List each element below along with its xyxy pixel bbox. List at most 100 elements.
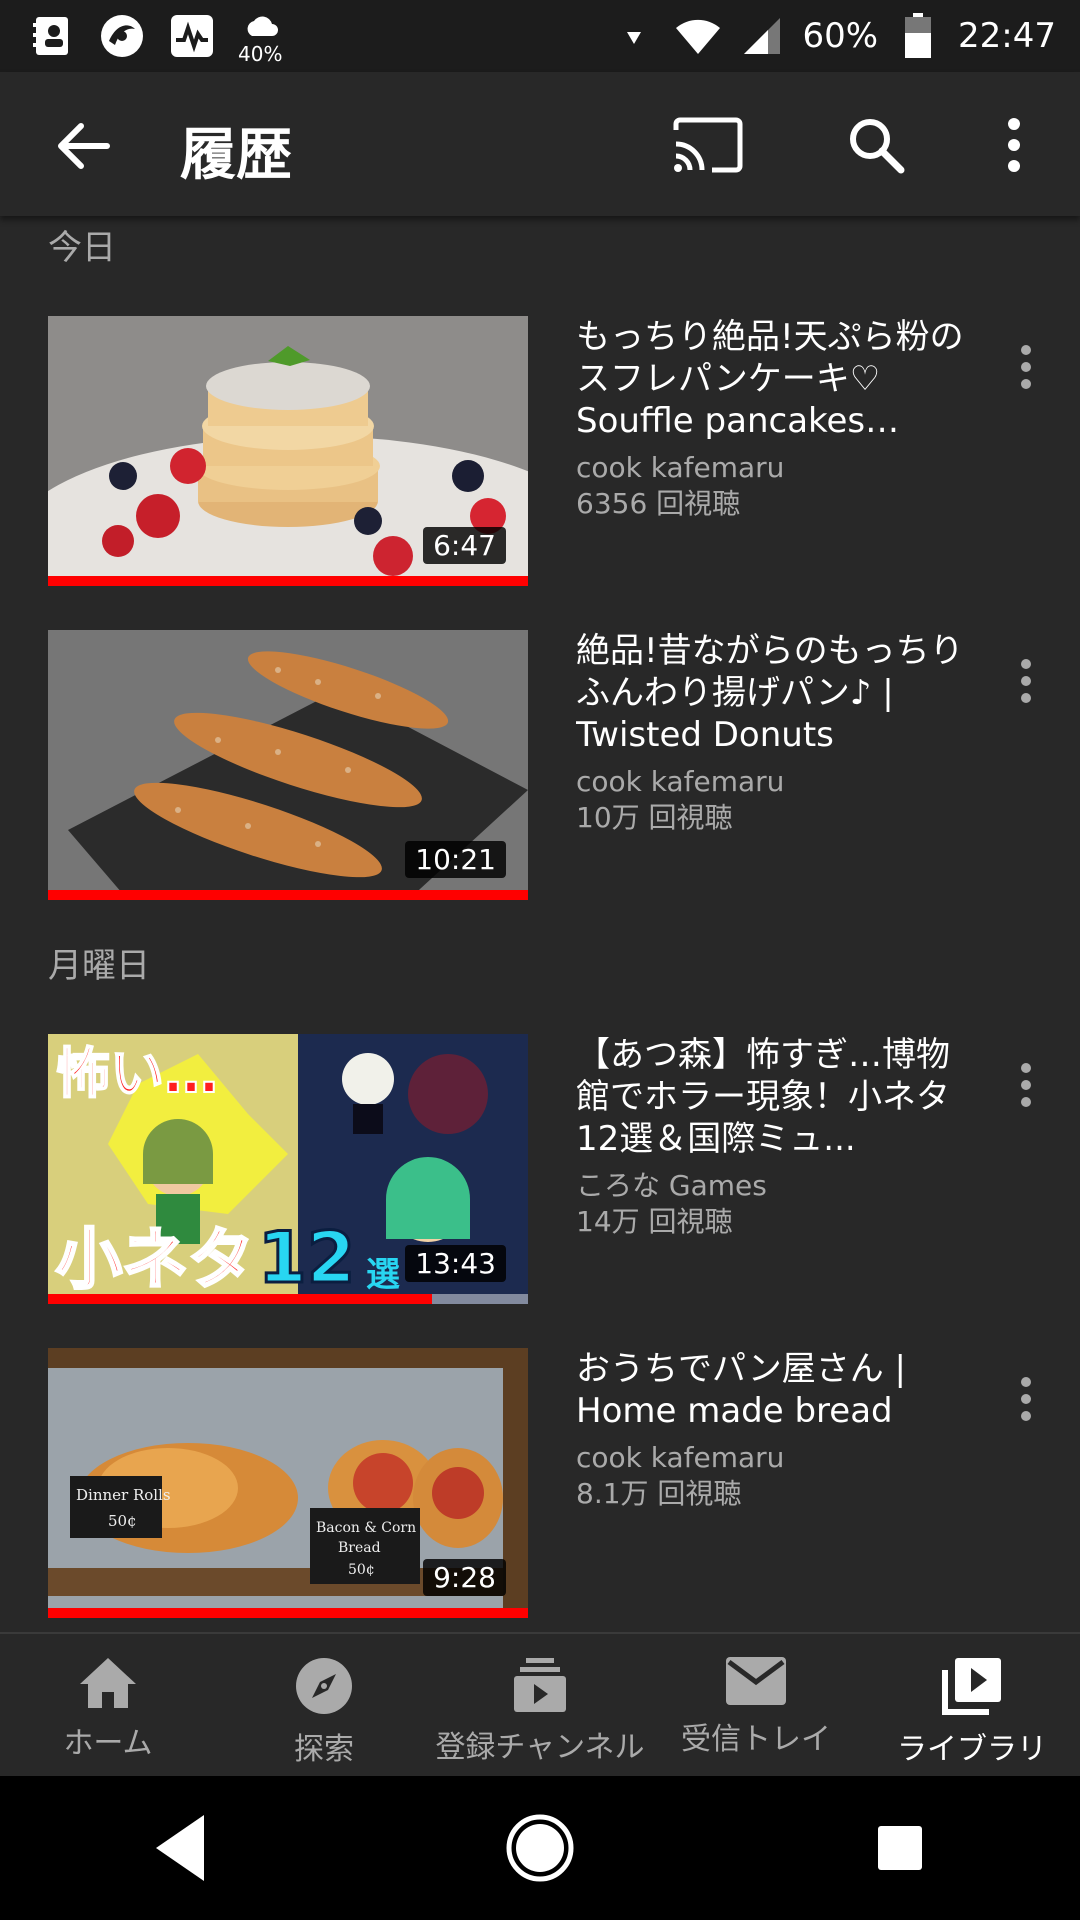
search-icon	[850, 119, 905, 174]
battery-percent: 60%	[802, 16, 879, 56]
more-vert-icon	[1021, 1063, 1031, 1107]
view-count: 6356 回視聴	[576, 487, 741, 520]
nav-library[interactable]: ライブラリ	[864, 1634, 1080, 1776]
back-arrow-icon	[58, 123, 110, 169]
weather-icon: 40%	[238, 12, 286, 66]
explore-icon	[296, 1658, 352, 1714]
video-item[interactable]: 10:21 絶品!昔ながらのもっちりふんわり揚げパン♪ | Twisted Do…	[0, 630, 1080, 900]
section-header-today: 今日	[48, 228, 116, 268]
back-button[interactable]	[48, 116, 120, 176]
video-title[interactable]: 絶品!昔ながらのもっちりふんわり揚げパン♪ | Twisted Donuts	[576, 630, 976, 756]
more-vert-icon	[1021, 659, 1031, 703]
system-recents-button[interactable]	[850, 1798, 950, 1898]
page-title: 履歴	[180, 123, 292, 188]
nav-explore[interactable]: 探索	[216, 1634, 432, 1776]
signal-arrow-icon	[610, 12, 658, 60]
watch-progress-fill	[48, 1608, 528, 1618]
video-menu-button[interactable]	[1006, 1364, 1046, 1434]
channel-name: cook kafemaru	[576, 765, 785, 798]
watch-progress-fill	[48, 576, 528, 586]
more-vert-icon	[1008, 118, 1020, 172]
nav-subscriptions[interactable]: 登録チャンネル	[432, 1634, 648, 1776]
app-icon	[98, 12, 146, 60]
channel-name: ころな Games	[576, 1169, 767, 1202]
more-options-button[interactable]	[974, 112, 1054, 178]
recents-square-icon	[878, 1826, 922, 1870]
view-count: 8.1万 回視聴	[576, 1477, 742, 1510]
watch-progress-bar	[48, 1608, 528, 1618]
cast-button[interactable]	[668, 112, 748, 178]
channel-name: cook kafemaru	[576, 1441, 785, 1474]
system-navigation-bar	[0, 1776, 1080, 1920]
channel-name: cook kafemaru	[576, 451, 785, 484]
watch-progress-bar	[48, 1294, 528, 1304]
contacts-icon	[28, 12, 76, 60]
svg-text:Bread: Bread	[338, 1540, 381, 1556]
weather-percent: 40%	[238, 42, 283, 66]
library-icon	[942, 1658, 1001, 1715]
search-button[interactable]	[836, 112, 916, 178]
video-title[interactable]: おうちでパン屋さん | Home made bread	[576, 1348, 976, 1432]
watch-progress-fill	[48, 890, 528, 900]
battery-icon	[894, 12, 942, 60]
svg-text:怖い…: 怖い…	[56, 1042, 218, 1105]
bottom-navigation: ホーム 探索 登録チャンネル 受信トレイ ライブラリ	[0, 1632, 1080, 1776]
svg-text:小ネタ: 小ネタ	[56, 1221, 254, 1298]
svg-text:50¢: 50¢	[108, 1512, 137, 1530]
watch-progress-bar	[48, 576, 528, 586]
video-info[interactable]: 【あつ森】怖すぎ…博物館でホラー現象！小ネタ12選＆国際ミュ... ころな Ga…	[576, 1034, 976, 1240]
section-header-monday: 月曜日	[48, 946, 150, 986]
more-vert-icon	[1021, 345, 1031, 389]
nav-label: 受信トレイ	[681, 1722, 831, 1757]
view-count: 14万 回視聴	[576, 1205, 733, 1238]
status-bar: 40% 60% 22:47	[0, 0, 1080, 72]
inbox-icon	[726, 1657, 786, 1705]
video-title[interactable]: もっちり絶品!天ぷら粉のスフレパンケーキ♡ Souffle pancakes w…	[576, 316, 976, 442]
nav-label: 探索	[294, 1732, 354, 1767]
home-icon	[80, 1658, 136, 1708]
video-item[interactable]: Dinner Rolls 50¢ Bacon & Corn Bread 50¢ …	[0, 1348, 1080, 1618]
nav-label: ホーム	[63, 1726, 153, 1761]
cast-icon	[673, 117, 743, 173]
back-triangle-icon	[156, 1815, 204, 1881]
video-info[interactable]: 絶品!昔ながらのもっちりふんわり揚げパン♪ | Twisted Donuts c…	[576, 630, 976, 836]
video-duration: 10:21	[405, 841, 506, 878]
nav-label: 登録チャンネル	[435, 1730, 645, 1765]
history-list[interactable]: 今日 6:47 もっちり絶品!天ぷら粉のスフレパンケーキ♡ Souffle pa…	[0, 216, 1080, 1632]
nav-inbox[interactable]: 受信トレイ	[648, 1634, 864, 1776]
video-info[interactable]: もっちり絶品!天ぷら粉のスフレパンケーキ♡ Souffle pancakes w…	[576, 316, 976, 522]
video-info[interactable]: おうちでパン屋さん | Home made bread cook kafemar…	[576, 1348, 976, 1512]
video-duration: 9:28	[423, 1559, 506, 1596]
svg-text:Dinner Rolls: Dinner Rolls	[76, 1486, 171, 1504]
video-thumbnail[interactable]: 10:21	[48, 630, 528, 900]
watch-progress-fill	[48, 1294, 432, 1304]
activity-icon	[168, 12, 216, 60]
clock: 22:47	[958, 16, 1056, 56]
nav-home[interactable]: ホーム	[0, 1634, 216, 1776]
system-back-button[interactable]	[130, 1798, 230, 1898]
video-duration: 6:47	[423, 527, 506, 564]
video-thumbnail[interactable]: Dinner Rolls 50¢ Bacon & Corn Bread 50¢ …	[48, 1348, 528, 1618]
video-thumbnail[interactable]: 6:47	[48, 316, 528, 586]
wifi-icon	[674, 12, 722, 60]
svg-text:選: 選	[366, 1255, 400, 1295]
nav-label: ライブラリ	[897, 1732, 1047, 1767]
svg-text:50¢: 50¢	[348, 1562, 375, 1578]
more-vert-icon	[1021, 1377, 1031, 1421]
video-menu-button[interactable]	[1006, 646, 1046, 716]
app-bar: 履歴	[0, 72, 1080, 216]
system-home-button[interactable]	[490, 1798, 590, 1898]
video-item[interactable]: 6:47 もっちり絶品!天ぷら粉のスフレパンケーキ♡ Souffle panca…	[0, 316, 1080, 586]
video-menu-button[interactable]	[1006, 332, 1046, 402]
watch-progress-bar	[48, 890, 528, 900]
home-circle-icon	[506, 1814, 574, 1882]
video-item[interactable]: 怖い… 小ネタ 12 選 13:43 【あつ森】怖すぎ…博物館でホラー現象！小ネ…	[0, 1034, 1080, 1304]
view-count: 10万 回視聴	[576, 801, 733, 834]
svg-text:Bacon & Corn: Bacon & Corn	[316, 1520, 416, 1536]
video-thumbnail[interactable]: 怖い… 小ネタ 12 選 13:43	[48, 1034, 528, 1304]
subscriptions-icon	[514, 1658, 566, 1712]
video-menu-button[interactable]	[1006, 1050, 1046, 1120]
video-title[interactable]: 【あつ森】怖すぎ…博物館でホラー現象！小ネタ12選＆国際ミュ...	[576, 1034, 976, 1160]
video-duration: 13:43	[405, 1245, 506, 1282]
cell-signal-icon	[738, 12, 786, 60]
